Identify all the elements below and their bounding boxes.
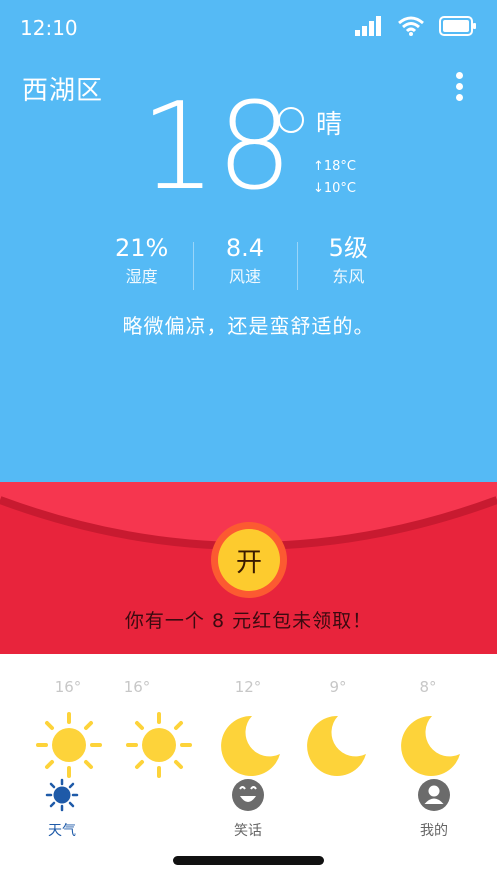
stat-value: 21% bbox=[114, 234, 169, 262]
smiley-icon bbox=[232, 779, 264, 811]
more-menu-icon[interactable] bbox=[452, 72, 466, 104]
forecast-strip: 16° 16° 12° 9° 8° bbox=[0, 654, 497, 784]
tab-bar: 天气 笑话 我的 bbox=[0, 772, 497, 842]
cellular-signal-icon bbox=[355, 16, 381, 36]
stat-label: 湿度 bbox=[125, 267, 158, 286]
degree-icon bbox=[278, 107, 304, 133]
user-icon bbox=[418, 779, 450, 811]
stat-wind-direction: 5级 东风 bbox=[296, 232, 400, 296]
current-temperature: 18 bbox=[140, 78, 293, 217]
stat-value: 5级 bbox=[328, 234, 368, 262]
stat-label: 东风 bbox=[332, 267, 365, 286]
forecast-temp: 16° bbox=[54, 678, 82, 696]
weather-panel: 12:10 西湖区 18 晴 ↑18°C ↓10°C 21% 湿度 8.4 风速… bbox=[0, 0, 497, 482]
stat-wind-speed: 8.4 风速 bbox=[193, 232, 296, 296]
tab-jokes[interactable]: 笑话 bbox=[208, 778, 288, 840]
sun-icon bbox=[36, 712, 102, 778]
home-indicator[interactable] bbox=[173, 856, 324, 865]
tab-label: 天气 bbox=[48, 823, 76, 839]
low-temp: ↓10°C bbox=[313, 181, 357, 196]
forecast-temp: 16° bbox=[123, 678, 151, 696]
moon-icon bbox=[307, 715, 366, 776]
status-bar: 12:10 bbox=[0, 0, 497, 60]
wifi-icon bbox=[398, 16, 424, 36]
tab-label: 我的 bbox=[420, 823, 448, 839]
tab-weather[interactable]: 天气 bbox=[22, 778, 102, 840]
open-packet-button[interactable]: 开 bbox=[211, 522, 287, 598]
weather-comment: 略微偏凉，还是蛮舒适的。 bbox=[122, 314, 375, 338]
high-temp: ↑18°C bbox=[313, 159, 357, 174]
tab-label: 笑话 bbox=[234, 823, 262, 839]
forecast-temp: 8° bbox=[419, 678, 437, 696]
moon-icon bbox=[221, 715, 280, 776]
moon-icon bbox=[401, 715, 460, 776]
location-title[interactable]: 西湖区 bbox=[22, 70, 103, 107]
sun-icon bbox=[126, 712, 192, 778]
weather-stats: 21% 湿度 8.4 风速 5级 东风 bbox=[90, 232, 400, 296]
tab-mine[interactable]: 我的 bbox=[394, 778, 474, 840]
stat-value: 8.4 bbox=[225, 234, 265, 262]
battery-icon bbox=[439, 16, 476, 36]
high-low-temps: ↑18°C ↓10°C bbox=[313, 156, 356, 200]
forecast-temp: 9° bbox=[329, 678, 347, 696]
stat-humidity: 21% 湿度 bbox=[90, 232, 193, 296]
status-icons bbox=[355, 16, 477, 36]
sun-tab-icon bbox=[45, 778, 79, 812]
open-packet-label: 开 bbox=[218, 529, 280, 591]
status-time: 12:10 bbox=[20, 16, 78, 40]
stat-label: 风速 bbox=[228, 267, 261, 286]
red-packet-message: 你有一个 8 元红包未领取！ bbox=[124, 610, 373, 632]
current-condition: 晴 bbox=[316, 110, 343, 140]
forecast-temp: 12° bbox=[234, 678, 262, 696]
